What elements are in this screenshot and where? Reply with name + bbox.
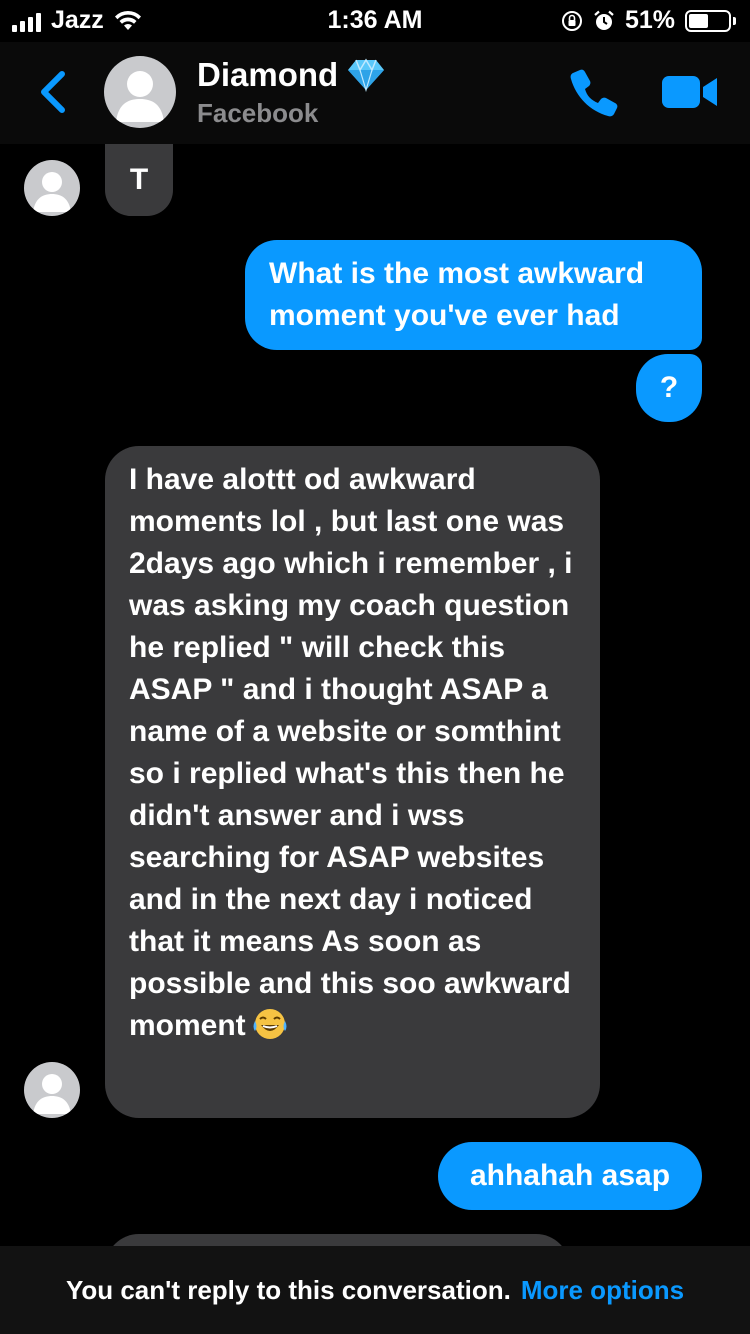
status-bar: Jazz 1:36 AM 51% [0, 0, 750, 42]
sender-avatar[interactable] [24, 1062, 80, 1118]
battery-icon [685, 9, 731, 32]
default-avatar-icon [116, 71, 164, 122]
contact-avatar[interactable] [104, 56, 176, 128]
diamond-icon [348, 58, 385, 92]
alarm-icon [594, 10, 614, 30]
tears-of-joy-emoji-icon [253, 1009, 287, 1039]
message-bubble-incoming[interactable]: T [105, 144, 173, 216]
message-text: I have alottt od awkward moments lol , b… [129, 463, 573, 1042]
more-options-link[interactable]: More options [521, 1275, 684, 1306]
default-avatar-icon [33, 1074, 71, 1114]
video-camera-icon[interactable] [660, 72, 720, 112]
rotation-lock-icon [561, 10, 582, 31]
message-bubble-outgoing[interactable]: ? [636, 354, 702, 422]
sender-avatar[interactable] [24, 160, 80, 216]
contact-name-row[interactable]: Diamond [197, 56, 386, 94]
default-avatar-icon [33, 172, 71, 212]
reply-disabled-notice: You can't reply to this conversation. [65, 1274, 511, 1305]
chevron-left-icon[interactable] [34, 68, 70, 116]
message-bubble-outgoing[interactable]: What is the most awkward moment you've e… [245, 240, 702, 350]
message-bubble-incoming[interactable]: I have alottt od awkward moments lol , b… [105, 446, 600, 1118]
message-bubble-outgoing[interactable]: ahhahah asap [438, 1142, 702, 1210]
reply-disabled-banner: You can't reply to this conversation. Mo… [0, 1246, 750, 1334]
contact-subtitle: Facebook [197, 98, 319, 128]
conversation-header: Diamond Facebook [0, 42, 750, 144]
battery-cap [733, 16, 736, 25]
phone-icon[interactable] [568, 66, 620, 118]
battery-percentage: 51% [624, 6, 675, 34]
contact-name: Diamond [197, 56, 339, 93]
